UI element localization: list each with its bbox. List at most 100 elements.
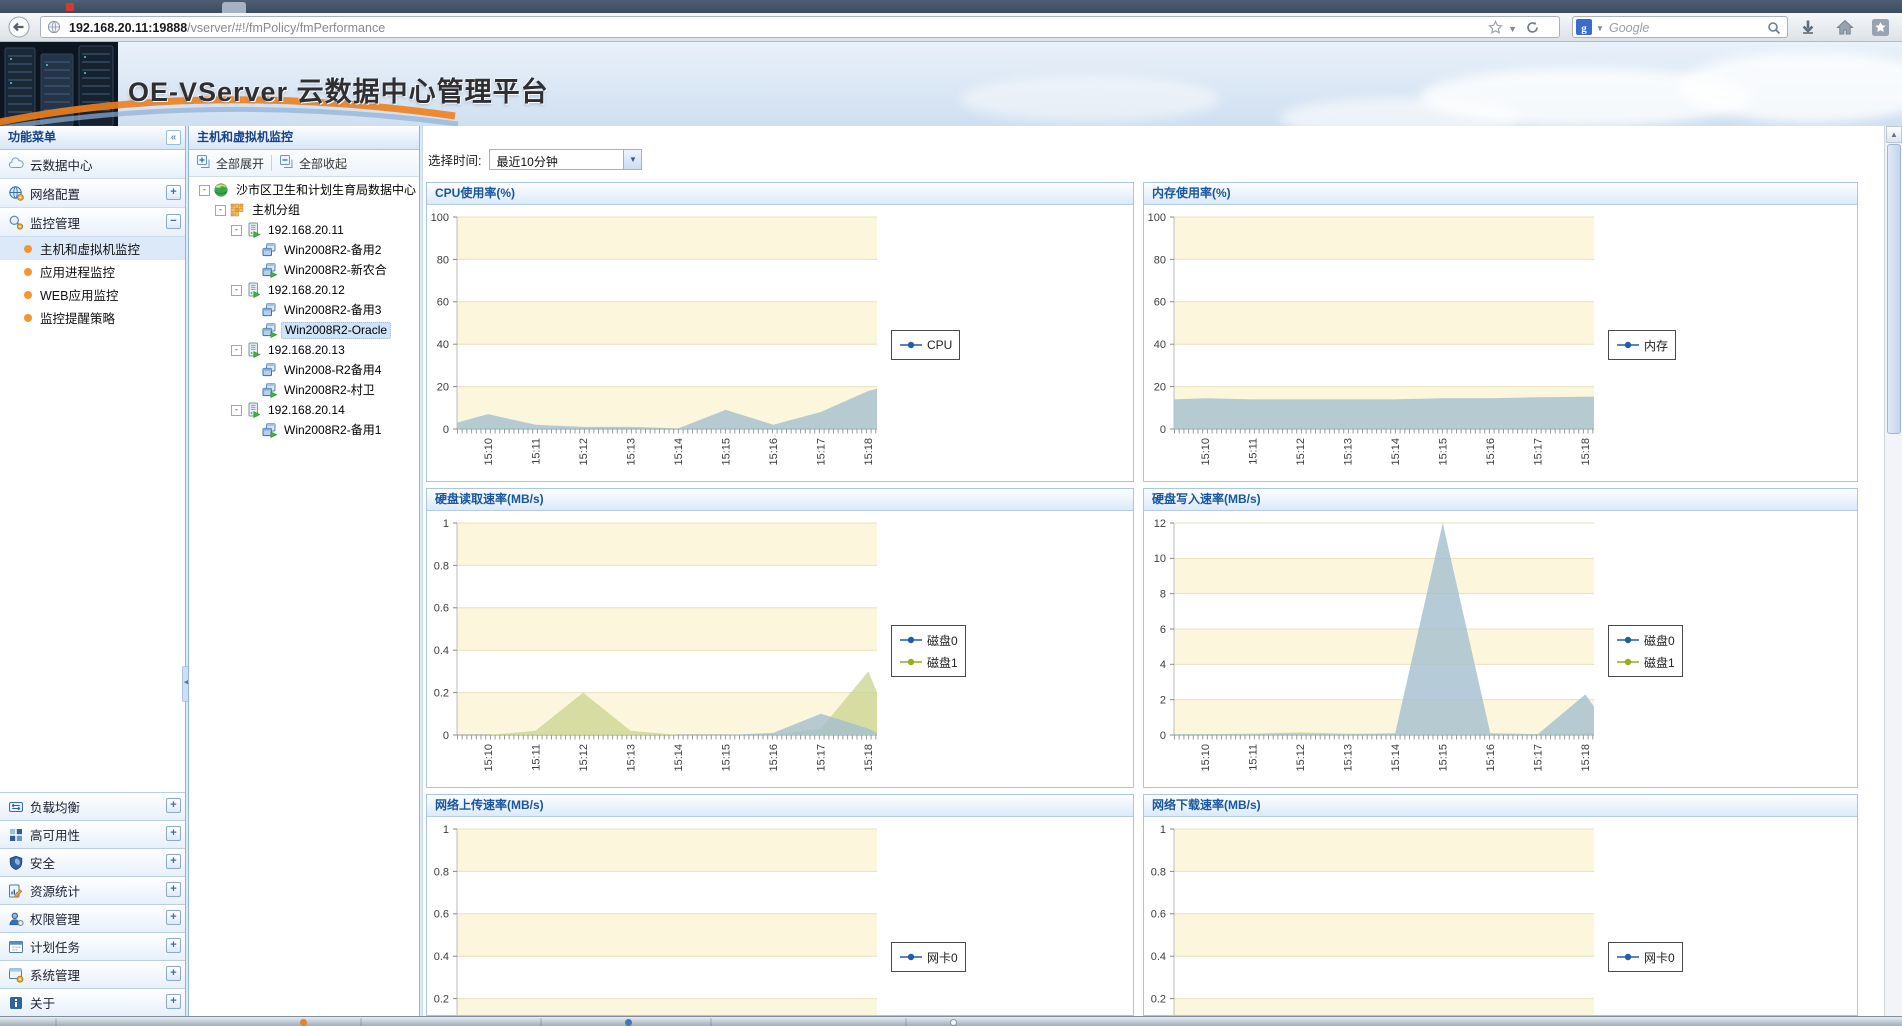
expand-all-icon: [196, 154, 212, 173]
svg-text:0.2: 0.2: [434, 993, 449, 1005]
sidebar-section-高可用性[interactable]: 高可用性+: [0, 820, 185, 848]
chart-legend: 网卡0: [891, 942, 966, 972]
svg-text:12: 12: [1154, 518, 1166, 530]
tree-toggle-icon[interactable]: -: [231, 345, 242, 356]
taskbar-doc-icon[interactable]: [950, 1019, 957, 1026]
sidebar-section-资源统计[interactable]: 资源统计+: [0, 876, 185, 904]
sidebar-section-系统管理[interactable]: 系统管理+: [0, 960, 185, 988]
section-expand-button[interactable]: +: [166, 938, 181, 953]
collapse-all-button[interactable]: 全部收起: [272, 152, 354, 174]
expand-all-button[interactable]: 全部展开: [189, 152, 271, 174]
sidebar-section-关于[interactable]: 关于+: [0, 988, 185, 1016]
sidebar-collapse-button[interactable]: «: [166, 130, 181, 145]
svg-text:15:12: 15:12: [1295, 744, 1307, 772]
tree-node-vm-Win2008R2-Oracle[interactable]: Win2008R2-Oracle: [189, 320, 419, 340]
vertical-scrollbar[interactable]: ▲: [1884, 126, 1902, 1016]
vm-icon: [261, 242, 277, 258]
tree-toggle-icon[interactable]: -: [231, 285, 242, 296]
bullet-icon: [24, 268, 32, 276]
tree-node-vm-Win2008R2-备用2[interactable]: Win2008R2-备用2: [189, 240, 419, 260]
section-expand-button[interactable]: +: [166, 994, 181, 1009]
permission-icon: [8, 911, 24, 927]
sidebar-item-WEB应用监控[interactable]: WEB应用监控: [0, 283, 185, 306]
downloads-icon[interactable]: [1800, 19, 1816, 40]
scrollbar-up-arrow[interactable]: ▲: [1886, 126, 1902, 143]
svg-text:15:16: 15:16: [768, 438, 780, 466]
taskbar-app-icon[interactable]: [625, 1019, 632, 1026]
chart-panel-硬盘读取速率(MB/s): 硬盘读取速率(MB/s)00.20.40.60.8115:1015:1115:1…: [426, 488, 1134, 788]
tree-toggle-icon[interactable]: -: [199, 185, 210, 196]
sidebar-section-安全[interactable]: 安全+: [0, 848, 185, 876]
tree-node-host-192.168.20.13[interactable]: -192.168.20.13: [189, 340, 419, 360]
svg-text:0.6: 0.6: [434, 603, 449, 615]
tree-toggle-icon[interactable]: -: [231, 225, 242, 236]
url-dropdown-icon[interactable]: ▼: [1508, 24, 1517, 34]
sidebar-section-云数据中心[interactable]: 云数据中心: [0, 150, 185, 179]
google-engine-icon[interactable]: g: [1576, 19, 1592, 40]
svg-text:15:15: 15:15: [721, 438, 733, 466]
tree-node-host-group[interactable]: -主机分组: [189, 200, 419, 220]
sidebar-section-计划任务[interactable]: 计划任务+: [0, 932, 185, 960]
legend-label: CPU: [927, 338, 952, 352]
sidebar-item-主机和虚拟机监控[interactable]: 主机和虚拟机监控: [0, 237, 185, 260]
tree-node-label: 沙市区卫生和计划生育局数据中心: [233, 183, 419, 198]
svg-text:0.4: 0.4: [434, 951, 449, 963]
section-expand-button[interactable]: +: [166, 798, 181, 813]
tree-toggle-icon[interactable]: -: [231, 405, 242, 416]
sidebar-section-监控管理[interactable]: 监控管理−: [0, 208, 185, 237]
sidebar-item-应用进程监控[interactable]: 应用进程监控: [0, 260, 185, 283]
url-bar[interactable]: 192.168.20.11:19888/vserver/#!/fmPolicy/…: [40, 16, 1560, 38]
search-input[interactable]: g ▼ Google: [1572, 16, 1788, 38]
engine-dropdown-icon[interactable]: ▼: [1596, 24, 1604, 33]
taskbar-firefox-icon[interactable]: [300, 1019, 307, 1026]
tree-node-host-192.168.20.14[interactable]: -192.168.20.14: [189, 400, 419, 420]
tree-node-vm-Win2008R2-新农合[interactable]: Win2008R2-新农合: [189, 260, 419, 280]
sidebar-item-监控提醒策略[interactable]: 监控提醒策略: [0, 306, 185, 329]
time-range-select[interactable]: 最近10分钟 ▼: [489, 149, 642, 170]
section-collapse-button[interactable]: −: [166, 214, 181, 229]
bullet-icon: [24, 314, 32, 322]
home-icon[interactable]: [1836, 19, 1854, 40]
app-header-banner: OE-VServer 云数据中心管理平台 切换主题记事簿(0)提醒通知(3)帮助…: [0, 42, 1902, 126]
chart-title: 硬盘读取速率(MB/s): [427, 489, 1133, 511]
security-icon: [8, 855, 24, 871]
back-button[interactable]: [8, 16, 30, 38]
section-expand-button[interactable]: +: [166, 882, 181, 897]
bookmark-star-icon[interactable]: [1488, 20, 1503, 40]
tree-node-host-192.168.20.12[interactable]: -192.168.20.12: [189, 280, 419, 300]
sidebar-section-权限管理[interactable]: 权限管理+: [0, 904, 185, 932]
tree-node-vm-Win2008R2-备用3[interactable]: Win2008R2-备用3: [189, 300, 419, 320]
sidebar-section-负载均衡[interactable]: 负载均衡+: [0, 792, 185, 820]
sidebar-section-网络配置[interactable]: 网络配置+: [0, 179, 185, 208]
tree-node-host-192.168.20.11[interactable]: -192.168.20.11: [189, 220, 419, 240]
svg-text:6: 6: [1160, 624, 1166, 636]
sidebar-section-label: 云数据中心: [30, 155, 93, 174]
legend-item: 磁盘0: [899, 629, 958, 651]
search-icon[interactable]: [1767, 21, 1781, 40]
section-expand-button[interactable]: +: [166, 854, 181, 869]
sidebar-bottom-sections: 负载均衡+高可用性+安全+资源统计+权限管理+计划任务+系统管理+关于+: [0, 792, 185, 1016]
svg-text:0.8: 0.8: [434, 560, 449, 572]
tree-node-datacenter[interactable]: - 沙市区卫生和计划生育局数据中心: [189, 180, 419, 200]
chart-plot: 00.20.40.60.8115:1015:1115:1215:1315:141…: [427, 817, 1133, 1016]
section-expand-button[interactable]: +: [166, 966, 181, 981]
svg-text:15:17: 15:17: [816, 438, 828, 466]
tree-node-vm-Win2008R2-备用1[interactable]: Win2008R2-备用1: [189, 420, 419, 440]
legend-label: 内存: [1644, 337, 1668, 354]
section-expand-button[interactable]: +: [166, 826, 181, 841]
about-icon: [8, 995, 24, 1011]
stats-icon: [8, 883, 24, 899]
inactive-tab[interactable]: [222, 2, 246, 13]
chart-title: 硬盘写入速率(MB/s): [1144, 489, 1857, 511]
tree-toggle-icon[interactable]: -: [215, 205, 226, 216]
bookmarks-menu-icon[interactable]: [1872, 19, 1889, 41]
tree-node-vm-Win2008-R2备用4[interactable]: Win2008-R2备用4: [189, 360, 419, 380]
section-expand-button[interactable]: +: [166, 910, 181, 925]
reload-icon[interactable]: [1526, 21, 1539, 39]
chevron-down-icon[interactable]: ▼: [623, 150, 641, 169]
tree-node-vm-Win2008R2-村卫[interactable]: Win2008R2-村卫: [189, 380, 419, 400]
section-expand-button[interactable]: +: [166, 185, 181, 200]
scrollbar-thumb[interactable]: [1887, 144, 1901, 434]
svg-text:15:14: 15:14: [673, 438, 685, 466]
os-taskbar[interactable]: [0, 1016, 1902, 1026]
